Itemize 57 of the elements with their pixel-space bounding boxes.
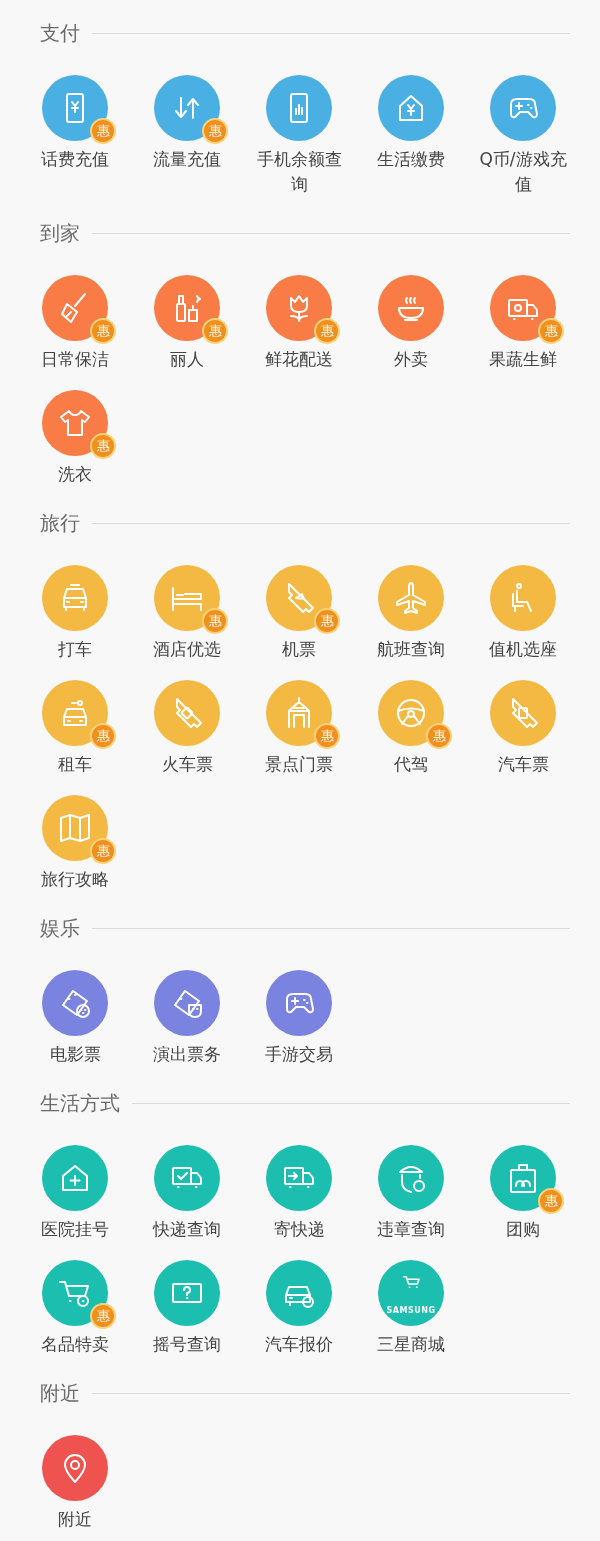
service-label: 丽人 [170,348,204,371]
discount-badge: 惠 [202,118,228,144]
service-label: 话费充值 [41,148,109,171]
discount-badge: 惠 [90,838,116,864]
discount-badge: 惠 [202,608,228,634]
service-label: 医院挂号 [41,1218,109,1241]
section-title: 支付 [40,20,80,46]
section-title: 娱乐 [40,915,80,941]
service-label: 违章查询 [377,1218,445,1241]
service-label: 三星商城 [377,1333,445,1356]
service-label: 值机选座 [489,638,557,661]
service-label: 酒店优选 [153,638,221,661]
service-label: 快递查询 [153,1218,221,1241]
service-label: 汽车票 [497,753,549,776]
service-label: 流量充值 [153,148,221,171]
service-label: 日常保洁 [41,348,109,371]
service-label: 果蔬生鲜 [489,348,557,371]
service-label: 汽车报价 [265,1333,333,1356]
discount-badge: 惠 [90,118,116,144]
discount-badge: 惠 [202,318,228,344]
service-label: 机票 [282,638,316,661]
service-label: 鲜花配送 [265,348,333,371]
service-label: 名品特卖 [41,1333,109,1356]
service-label: 演出票务 [153,1043,221,1066]
discount-badge: 惠 [314,608,340,634]
service-label: 景点门票 [265,753,333,776]
discount-badge: 惠 [90,723,116,749]
section-title: 到家 [40,220,80,246]
discount-badge: 惠 [90,433,116,459]
service-label: 生活缴费 [377,148,445,171]
service-label: 手游交易 [265,1043,333,1066]
discount-badge: 惠 [538,1188,564,1214]
service-label: 团购 [506,1218,540,1241]
discount-badge: 惠 [314,318,340,344]
section-title: 生活方式 [40,1090,120,1116]
service-label: 附近 [58,1508,92,1531]
discount-badge: 惠 [314,723,340,749]
service-label: 洗衣 [58,463,92,486]
discount-badge: 惠 [90,1303,116,1329]
service-label: 打车 [58,638,92,661]
service-label: 寄快递 [273,1218,325,1241]
cart-icon[interactable]: SAMSUNG [378,1260,444,1326]
section-title: 旅行 [40,510,80,536]
service-label: 代驾 [394,753,428,776]
discount-badge: 惠 [90,318,116,344]
service-label: 航班查询 [377,638,445,661]
service-label: 手机余额查询 [255,148,343,196]
service-label: 摇号查询 [153,1333,221,1356]
service-label: 租车 [58,753,92,776]
discount-badge: 惠 [426,723,452,749]
service-label: 火车票 [161,753,213,776]
service-label: 外卖 [394,348,428,371]
section-title: 附近 [40,1380,80,1406]
service-label: 旅行攻略 [41,868,109,891]
service-label: Q币/游戏充值 [478,148,568,196]
service-label: 电影票 [49,1043,101,1066]
discount-badge: 惠 [538,318,564,344]
